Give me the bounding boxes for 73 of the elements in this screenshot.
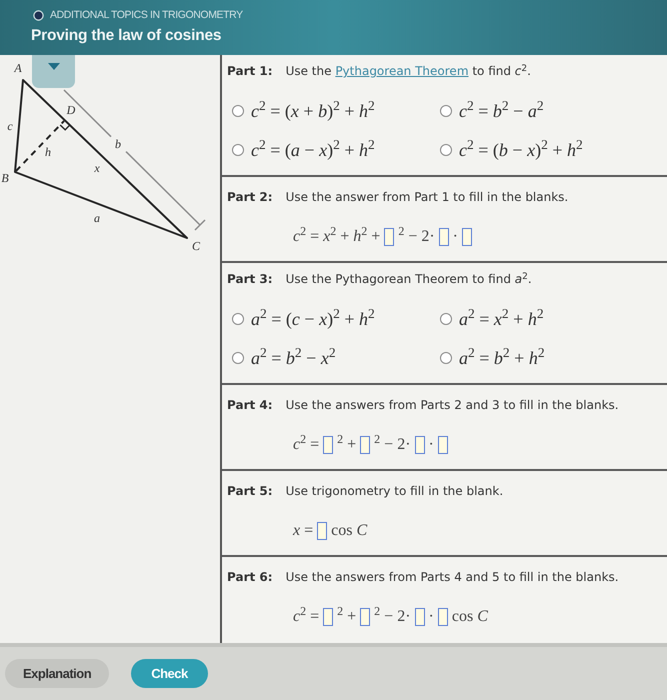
answer-box[interactable]	[414, 608, 425, 626]
equation-text: a$^{2}$ = b$^{2}$ − x$^{2}$	[251, 346, 336, 368]
vertex-label: A	[14, 61, 22, 75]
answer-box[interactable]	[384, 228, 394, 246]
equation-text: $^{2}$ +	[337, 434, 356, 455]
side-label: h	[45, 145, 51, 159]
side-label: c	[7, 119, 13, 133]
radio-button[interactable]	[232, 104, 244, 116]
answer-box[interactable]	[317, 522, 328, 540]
radio-button[interactable]	[232, 144, 244, 156]
caret-icon	[48, 63, 60, 70]
side-label: a	[94, 211, 100, 225]
equation-text: c$^{2}$ =	[293, 606, 320, 627]
circle-icon	[33, 10, 44, 21]
page-title: Proving the law of cosines	[31, 26, 222, 46]
equation-text: $^{2}$ +	[337, 606, 356, 627]
side-label: x	[94, 161, 100, 175]
equation-text: a$^{2}$ = x$^{2}$ + h$^{2}$	[459, 308, 544, 330]
vertex-label: C	[192, 239, 200, 253]
prompt-text: Use the Pythagorean Theorem to find c$^{2}$.	[286, 62, 531, 80]
radio-button[interactable]	[232, 312, 244, 324]
equation-text: c$^{2}$ = b$^{2}$ − a$^{2}$	[459, 100, 544, 122]
vertex-label: B	[1, 171, 9, 185]
answer-box[interactable]	[360, 608, 370, 626]
equation-text: c$^{2}$ =	[293, 434, 320, 455]
equation-text: c$^{2}$ = (a − x)$^{2}$ + h$^{2}$	[251, 138, 375, 160]
prompt-text: Use the answer from Part 1 to fill in the blanks.	[286, 189, 568, 206]
answer-box[interactable]	[323, 608, 334, 626]
right-angle-mark	[60, 124, 70, 131]
explanation-button[interactable]: Explanation	[5, 659, 110, 688]
altitude-line	[15, 120, 65, 172]
vertex-label: D	[66, 103, 76, 117]
equation-text: a$^{2}$ = b$^{2}$ + h$^{2}$	[459, 346, 545, 368]
answer-box[interactable]	[323, 436, 334, 454]
prompt-text: Use the answers from Parts 4 and 5 to fill in the blanks.	[286, 569, 619, 586]
answer-box[interactable]	[414, 436, 425, 454]
answer-box[interactable]	[360, 436, 370, 454]
dropdown-tab[interactable]	[32, 55, 75, 88]
side-label: b	[115, 137, 121, 151]
part-label: Part 1:	[227, 63, 273, 80]
help-link[interactable]: Pythagorean Theorem	[335, 64, 469, 78]
part-label: Part 6:	[227, 569, 273, 586]
prompt-text: Use trigonometry to fill in the blank.	[286, 483, 504, 500]
equation-text: $^{2}$ − 2·	[374, 606, 411, 627]
equation-text: ·	[452, 227, 458, 247]
answer-box[interactable]	[462, 228, 472, 246]
equation-text: $^{2}$ − 2·	[398, 226, 435, 247]
equation-text: c$^{2}$ = (x + b)$^{2}$ + h$^{2}$	[251, 100, 375, 122]
equation-text: ·	[428, 607, 434, 627]
equation-text: ·	[428, 435, 434, 455]
part-label: Part 2:	[227, 189, 273, 206]
equation-text: c$^{2}$ = x$^{2}$ + h$^{2}$ +	[293, 226, 380, 247]
answer-box[interactable]	[438, 228, 449, 246]
prompt-text: Use the Pythagorean Theorem to find a$^{2}$.	[286, 270, 532, 288]
radio-button[interactable]	[440, 312, 452, 324]
topic-label: ADDITIONAL TOPICS IN TRIGONOMETRY	[50, 9, 243, 22]
radio-button[interactable]	[440, 144, 452, 156]
part-label: Part 4:	[227, 397, 273, 414]
radio-button[interactable]	[440, 352, 452, 364]
answer-box[interactable]	[438, 608, 448, 626]
radio-button[interactable]	[440, 104, 452, 116]
equation-text: a$^{2}$ = (c − x)$^{2}$ + h$^{2}$	[251, 308, 375, 330]
part-label: Part 5:	[227, 483, 273, 500]
equation-text: x =	[293, 521, 314, 541]
radio-button[interactable]	[232, 352, 244, 364]
part-label: Part 3:	[227, 271, 273, 288]
prompt-text: Use the answers from Parts 2 and 3 to fill in the blanks.	[286, 397, 619, 414]
equation-text: cos C	[331, 521, 368, 541]
equation-text: c$^{2}$ = (b − x)$^{2}$ + h$^{2}$	[459, 138, 583, 160]
equation-text: cos C	[452, 607, 488, 627]
check-button[interactable]: Check	[131, 659, 208, 688]
equation-text: $^{2}$ − 2·	[374, 434, 411, 455]
answer-box[interactable]	[438, 436, 448, 454]
